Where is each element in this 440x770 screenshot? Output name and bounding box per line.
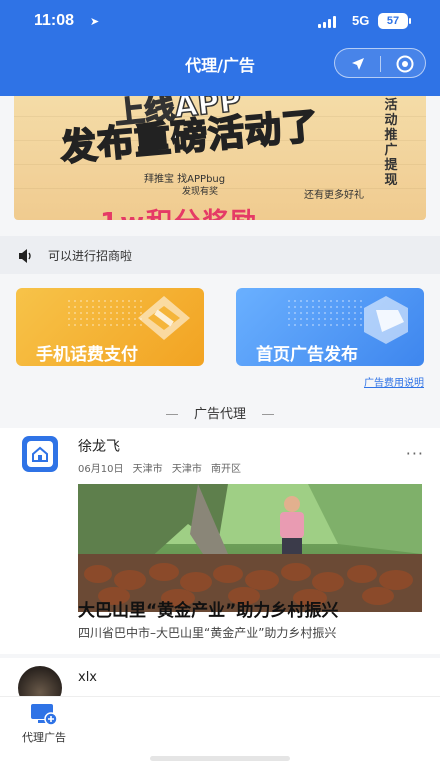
section-title-text: 广告代理 (193, 407, 246, 422)
notice-text: 可以进行招商啦 (48, 249, 133, 263)
banner-bottom-text: 1w积分奖励 (100, 202, 258, 220)
battery-icon: 57 (378, 13, 411, 29)
location-arrow-icon: ➤ (90, 15, 100, 28)
post-date: 06月10日 (78, 464, 124, 475)
title-dash-left (165, 414, 178, 415)
phone-bill-pay-label: 手机话费支付 (36, 345, 138, 365)
banner-side-char: 活 (384, 98, 398, 113)
banner-sub1: 拜推宝 找APPbug (144, 174, 226, 185)
banner-side-char: 动 (384, 113, 398, 128)
status-bar: 11:08 ➤ 5G 57 (0, 0, 440, 44)
post-description: 四川省巴中市–大巴山里“黄金产业”助力乡村振兴 (78, 626, 337, 640)
post-author[interactable]: xlx (78, 670, 97, 685)
banner-side-char: 现 (384, 173, 398, 188)
post-headline[interactable]: 大巴山里“黄金产业”助力乡村振兴 (78, 596, 338, 621)
banner-side-text: 活 动 推 广 提 现 (376, 98, 406, 188)
monitor-plus-icon (30, 703, 58, 731)
banner-side-char: 广 (384, 143, 398, 158)
post-location: 南开区 (211, 464, 242, 475)
post-author[interactable]: 徐龙飞 (78, 436, 120, 456)
title-dash-right (262, 414, 274, 415)
banner-side-char: 提 (384, 158, 398, 173)
banner-right-text: 还有更多好礼 (304, 190, 364, 201)
home-indicator (150, 756, 290, 761)
navigation-arrow-icon[interactable] (349, 55, 367, 77)
avatar[interactable] (22, 436, 58, 472)
post-location: 天津市 (132, 464, 163, 475)
diamond-card-icon (134, 292, 194, 348)
banner-sub2: 发现有奖 (182, 187, 219, 197)
ad-post-card[interactable]: 徐龙飞 06月10日 天津市 天津市 南开区 ··· 大巴山里“黄金产业”助力乡… (0, 428, 440, 654)
status-time: 11:08 (34, 12, 75, 29)
post-meta: 06月10日 天津市 天津市 南开区 (78, 460, 247, 475)
hexagon-card-icon (358, 292, 414, 352)
tab-agent-ads[interactable]: 代理广告 (14, 701, 74, 745)
promo-banner[interactable]: 上线APP 发布重磅活动了 拜推宝 找APPbug 发现有奖 活 动 推 广 提… (14, 96, 426, 220)
phone-bill-pay-card[interactable]: 手机话费支付 (16, 288, 204, 366)
more-options-icon[interactable]: ··· (406, 444, 424, 463)
capsule-divider (380, 56, 381, 72)
homepage-ad-publish-label: 首页广告发布 (256, 345, 358, 365)
section-title: 广告代理 (0, 403, 440, 422)
banner-side-char: 推 (384, 128, 398, 143)
post-image[interactable] (78, 484, 422, 612)
card-dots-decoration (286, 298, 366, 328)
ad-fee-explanation-link[interactable]: 广告费用说明 (364, 374, 424, 389)
close-target-icon[interactable] (395, 54, 415, 78)
notice-bar[interactable]: 可以进行招商啦 (0, 236, 440, 274)
speaker-icon (18, 248, 34, 267)
top-bar: 11:08 ➤ 5G 57 代理/广告 (0, 0, 440, 96)
signal-icon (318, 16, 340, 28)
network-type: 5G (352, 13, 370, 28)
mini-program-capsule (334, 48, 426, 78)
homepage-ad-publish-card[interactable]: 首页广告发布 (236, 288, 424, 366)
tab-label: 代理广告 (22, 731, 66, 744)
banner-headline: 发布重磅活动了 (58, 105, 322, 170)
post-location: 天津市 (171, 464, 202, 475)
